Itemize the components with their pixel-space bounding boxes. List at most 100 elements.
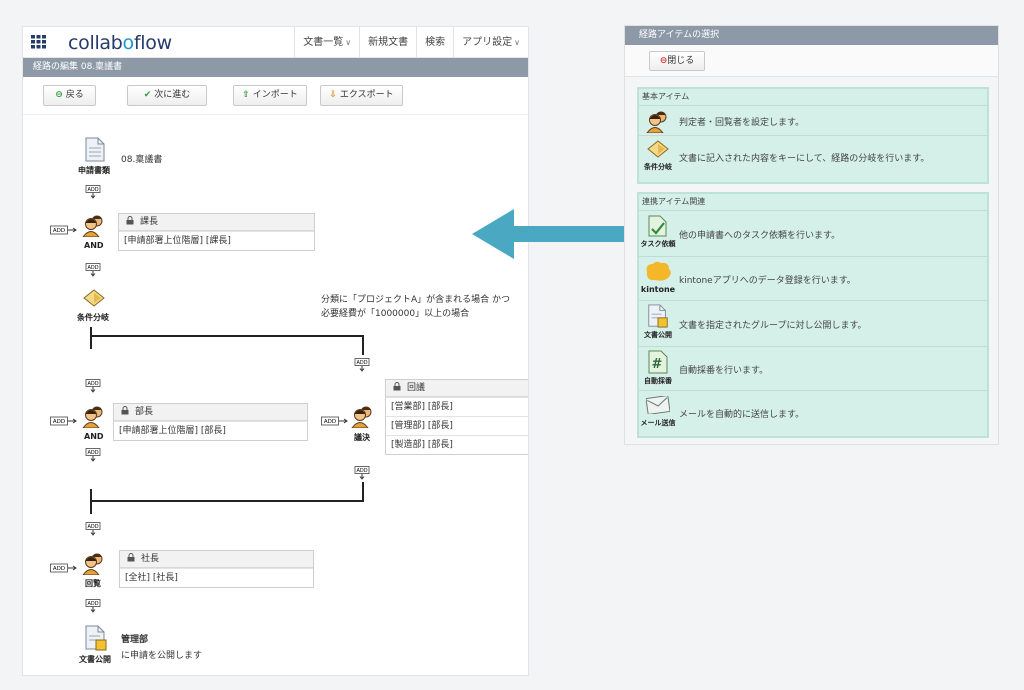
approver-group-icon (82, 215, 103, 237)
list-item[interactable]: # 自動採番 自動採番を行います。 (639, 347, 987, 391)
item-label: タスク依頼 (640, 240, 676, 248)
approver-box-header: 課長 (119, 214, 314, 231)
svg-text:ADD: ADD (87, 265, 98, 271)
check-icon: ✔ (143, 90, 152, 100)
start-node-label: 申請書類 (78, 166, 110, 175)
back-button[interactable]: ⊖ 戻る (43, 85, 96, 106)
flow-connector (90, 489, 92, 514)
group-title: 基本アイテム (639, 89, 987, 106)
approver-box[interactable]: 部長 [申請部署上位階層] [部長] (113, 403, 308, 441)
approver-group-icon (82, 553, 103, 575)
approver-box-header: 回議 (386, 380, 528, 397)
kintone-icon (639, 260, 677, 285)
collaboflow-logo[interactable]: collaboflow (68, 32, 172, 54)
back-icon: ⊖ (55, 90, 63, 100)
approver-box-header: 社長 (120, 551, 313, 568)
item-description: 他の申請書へのタスク依頼を行います。 (679, 231, 841, 241)
basic-items-group: 基本アイテム 判定者・回覧者を設定します。 条件分岐 文書に記入された内容をキー… (637, 87, 989, 184)
add-step-button[interactable]: ADD (85, 263, 101, 277)
lock-icon (126, 216, 134, 225)
list-item[interactable]: 判定者・回覧者を設定します。 (639, 106, 987, 136)
svg-text:ADD: ADD (356, 468, 367, 474)
nav-new-document[interactable]: 新規文書 (359, 27, 416, 58)
close-button[interactable]: ⊖閉じる (649, 51, 705, 71)
item-label: 文書公開 (644, 331, 672, 339)
add-step-button[interactable]: ADD (85, 522, 101, 536)
app-menu-icon[interactable] (31, 35, 46, 49)
app-header: collaboflow 文書一覧 ∨ 新規文書 検索 アプリ設定 ∨ (23, 27, 528, 58)
item-label: メール送信 (640, 419, 676, 427)
svg-text:ADD: ADD (87, 450, 98, 456)
lock-icon (121, 406, 129, 415)
integration-items-group: 連携アイテム関連 タスク依頼 他の申請書へのタスク依頼を行います。 kinton… (637, 192, 989, 438)
item-label: 条件分岐 (644, 163, 672, 171)
svg-text:ADD: ADD (87, 601, 98, 607)
list-item[interactable]: 文書公開 文書を指定されたグループに対し公開します。 (639, 301, 987, 347)
svg-text:ADD: ADD (53, 228, 65, 234)
nav-search[interactable]: 検索 (416, 27, 453, 58)
nav-document-list[interactable]: 文書一覧 ∨ (294, 27, 359, 58)
approver-group-icon (82, 406, 103, 428)
add-parallel-button[interactable]: ADD (321, 416, 348, 426)
publish-description: に申請を公開します (121, 651, 203, 661)
publish-node-label: 文書公開 (79, 655, 111, 664)
next-button[interactable]: ✔ 次に進む (127, 85, 207, 106)
approver-box[interactable]: 課長 [申請部署上位階層] [課長] (118, 213, 315, 251)
branch-icon (639, 140, 677, 161)
list-item[interactable]: タスク依頼 他の申請書へのタスク依頼を行います。 (639, 211, 987, 257)
import-button[interactable]: ⇧ インポート (233, 85, 307, 106)
approver-box[interactable]: 回議 [営業部] [部長] [管理部] [部長] [製造部] [部長] (385, 379, 528, 455)
branch-node-label: 条件分岐 (77, 313, 109, 322)
publish-department: 管理部 (121, 635, 149, 645)
approver-node-label: 回覧 (85, 579, 101, 588)
approver-row: [営業部] [部長] (386, 397, 528, 416)
add-step-button[interactable]: ADD (354, 358, 370, 372)
branch-icon (83, 289, 105, 307)
document-publish-icon (85, 625, 107, 651)
approver-node-label: 議決 (354, 433, 370, 442)
svg-text:ADD: ADD (87, 187, 98, 193)
svg-text:ADD: ADD (356, 360, 367, 366)
panel-title: 経路アイテムの選択 (625, 26, 998, 45)
approver-node-label: AND (84, 432, 104, 441)
approver-group-icon (351, 406, 372, 428)
nav-app-settings[interactable]: アプリ設定 ∨ (453, 27, 528, 58)
item-label: 自動採番 (644, 377, 672, 385)
editor-toolbar: ⊖ 戻る ✔ 次に進む ⇧ インポート ⇩ エクスポート (23, 77, 528, 115)
svg-text:#: # (652, 357, 663, 372)
add-step-button[interactable]: ADD (85, 599, 101, 613)
upload-icon: ⇧ (242, 90, 250, 100)
approver-box[interactable]: 社長 [全社] [社長] (119, 550, 314, 588)
list-item[interactable]: kintone kintoneアプリへのデータ登録を行います。 (639, 257, 987, 301)
document-publish-icon (639, 304, 677, 331)
arrow-icon (472, 209, 624, 259)
export-button[interactable]: ⇩ エクスポート (320, 85, 403, 106)
approver-node-label: AND (84, 241, 104, 250)
add-parallel-button[interactable]: ADD (50, 416, 77, 426)
route-item-panel: 経路アイテムの選択 ⊖閉じる 基本アイテム 判定者・回覧者を設定します。 条件分… (624, 25, 999, 445)
list-item[interactable]: 条件分岐 文書に記入された内容をキーにして、経路の分岐を行います。 (639, 136, 987, 180)
chevron-down-icon: ∨ (345, 38, 352, 47)
item-label: kintone (640, 285, 676, 294)
item-description: 判定者・回覧者を設定します。 (679, 118, 805, 128)
add-step-button[interactable]: ADD (85, 379, 101, 393)
merge-line (90, 500, 364, 502)
svg-text:ADD: ADD (53, 419, 65, 425)
chevron-down-icon: ∨ (514, 38, 520, 47)
task-request-icon (639, 215, 677, 240)
item-description: メールを自動的に送信します。 (679, 410, 805, 420)
approver-row: [申請部署上位階層] [部長] (114, 421, 307, 440)
add-step-button[interactable]: ADD (85, 448, 101, 462)
top-nav: 文書一覧 ∨ 新規文書 検索 アプリ設定 ∨ (294, 27, 528, 58)
item-description: 文書に記入された内容をキーにして、経路の分岐を行います。 (679, 154, 930, 164)
panel-toolbar: ⊖閉じる (625, 45, 998, 77)
add-parallel-button[interactable]: ADD (50, 225, 77, 235)
add-parallel-button[interactable]: ADD (50, 563, 77, 573)
route-editor-window: collaboflow 文書一覧 ∨ 新規文書 検索 アプリ設定 ∨ 経路の編集 0… (22, 26, 529, 676)
list-item[interactable]: メール送信 メールを自動的に送信します。 (639, 391, 987, 436)
branch-condition: 分類に「プロジェクトA」が含まれる場合 かつ (321, 295, 511, 305)
add-step-button[interactable]: ADD (85, 185, 101, 199)
add-step-button[interactable]: ADD (354, 466, 370, 480)
mail-icon (639, 394, 677, 417)
approver-row: [管理部] [部長] (386, 416, 528, 435)
